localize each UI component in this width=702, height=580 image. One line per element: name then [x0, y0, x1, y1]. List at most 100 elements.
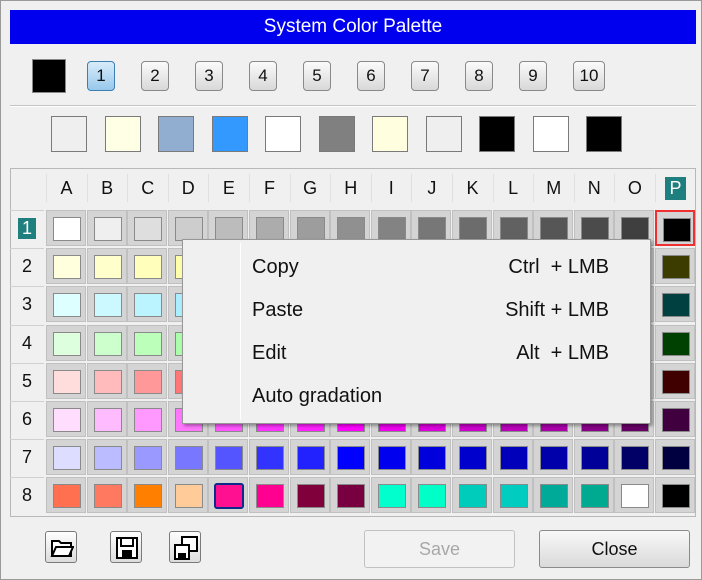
palette-cell-l7[interactable] — [492, 439, 533, 476]
page-6-button[interactable]: 6 — [357, 61, 385, 91]
palette-cell-a5[interactable] — [46, 362, 86, 399]
palette-cell-n7[interactable] — [573, 439, 614, 476]
palette-cell-h8[interactable] — [330, 477, 371, 514]
page-2-button[interactable]: 2 — [141, 61, 169, 91]
page-1-button[interactable]: 1 — [87, 61, 115, 91]
column-header-a[interactable]: A — [46, 174, 86, 202]
palette-cell-i7[interactable] — [370, 439, 411, 476]
page-8-button[interactable]: 8 — [465, 61, 493, 91]
palette-cell-j7[interactable] — [411, 439, 452, 476]
page-7-button[interactable]: 7 — [411, 61, 439, 91]
palette-cell-o8[interactable] — [614, 477, 655, 514]
palette-cell-g8[interactable] — [289, 477, 330, 514]
palette-cell-c6[interactable] — [127, 401, 168, 437]
palette-cell-n8[interactable] — [573, 477, 614, 514]
row-header-6[interactable]: 6 — [10, 401, 44, 437]
palette-cell-g7[interactable] — [289, 439, 330, 476]
palette-cell-a4[interactable] — [46, 324, 86, 361]
palette-cell-p2[interactable] — [655, 248, 695, 285]
palette-cell-b5[interactable] — [86, 362, 127, 399]
row-header-2[interactable]: 2 — [10, 248, 44, 284]
recent-color-swatch[interactable] — [158, 116, 194, 152]
palette-cell-c2[interactable] — [127, 248, 168, 285]
recent-color-swatch[interactable] — [265, 116, 301, 152]
palette-cell-l8[interactable] — [492, 477, 533, 514]
palette-cell-c3[interactable] — [127, 286, 168, 323]
column-header-i[interactable]: I — [370, 174, 411, 202]
palette-cell-p1[interactable] — [655, 210, 695, 246]
palette-cell-c5[interactable] — [127, 362, 168, 399]
palette-cell-a2[interactable] — [46, 248, 86, 285]
palette-cell-a3[interactable] — [46, 286, 86, 323]
palette-cell-h7[interactable] — [330, 439, 371, 476]
palette-cell-d7[interactable] — [167, 439, 208, 476]
palette-cell-p8[interactable] — [655, 477, 695, 514]
recent-color-swatch[interactable] — [532, 116, 569, 152]
column-header-o[interactable]: O — [614, 174, 654, 202]
menu-item-auto-gradation[interactable]: Auto gradation — [186, 377, 647, 417]
recent-color-swatch[interactable] — [425, 116, 462, 152]
column-header-e[interactable]: E — [208, 174, 248, 202]
palette-cell-m8[interactable] — [533, 477, 574, 514]
palette-cell-a7[interactable] — [46, 439, 86, 476]
palette-cell-p6[interactable] — [655, 401, 695, 437]
palette-cell-b7[interactable] — [86, 439, 127, 476]
row-header-1[interactable]: 1 — [10, 210, 44, 246]
row-header-7[interactable]: 7 — [10, 439, 44, 475]
page-5-button[interactable]: 5 — [303, 61, 331, 91]
column-header-h[interactable]: H — [330, 174, 370, 202]
column-header-k[interactable]: K — [452, 174, 492, 202]
save-file-button[interactable] — [110, 531, 142, 563]
palette-cell-k8[interactable] — [452, 477, 492, 514]
recent-color-swatch[interactable] — [586, 116, 622, 152]
palette-cell-b4[interactable] — [86, 324, 127, 361]
column-header-n[interactable]: N — [573, 174, 614, 202]
column-header-f[interactable]: F — [249, 174, 289, 202]
column-header-c[interactable]: C — [127, 174, 167, 202]
column-header-m[interactable]: M — [533, 174, 573, 202]
page-4-button[interactable]: 4 — [249, 61, 277, 91]
palette-cell-c4[interactable] — [127, 324, 168, 361]
page-3-button[interactable]: 3 — [195, 61, 223, 91]
row-header-5[interactable]: 5 — [10, 362, 44, 399]
column-header-d[interactable]: D — [167, 174, 208, 202]
save-as-button[interactable] — [169, 531, 201, 563]
close-button[interactable]: Close — [539, 530, 690, 568]
palette-cell-e7[interactable] — [208, 439, 249, 476]
palette-cell-p4[interactable] — [655, 324, 695, 361]
palette-cell-b6[interactable] — [86, 401, 127, 437]
recent-color-swatch[interactable] — [51, 116, 87, 152]
palette-cell-c7[interactable] — [127, 439, 168, 476]
palette-cell-p7[interactable] — [655, 439, 695, 476]
palette-cell-i8[interactable] — [370, 477, 411, 514]
recent-color-swatch[interactable] — [372, 116, 408, 152]
palette-cell-c1[interactable] — [127, 210, 168, 246]
palette-cell-d8[interactable] — [167, 477, 208, 514]
menu-item-paste[interactable]: Paste Shift + LMB — [186, 291, 647, 331]
palette-cell-a1[interactable] — [46, 210, 86, 246]
palette-cell-p3[interactable] — [655, 286, 695, 323]
palette-cell-b8[interactable] — [86, 477, 127, 514]
palette-cell-a8[interactable] — [46, 477, 86, 514]
palette-cell-c8[interactable] — [127, 477, 168, 514]
palette-cell-m7[interactable] — [533, 439, 574, 476]
palette-cell-b3[interactable] — [86, 286, 127, 323]
palette-cell-b2[interactable] — [86, 248, 127, 285]
palette-cell-o7[interactable] — [614, 439, 655, 476]
menu-item-edit[interactable]: Edit Alt + LMB — [186, 334, 647, 374]
row-header-4[interactable]: 4 — [10, 324, 44, 361]
palette-cell-p5[interactable] — [655, 362, 695, 399]
recent-color-swatch[interactable] — [211, 116, 248, 152]
palette-cell-a6[interactable] — [46, 401, 86, 437]
palette-cell-b1[interactable] — [86, 210, 127, 246]
column-header-j[interactable]: J — [411, 174, 451, 202]
column-header-b[interactable]: B — [86, 174, 127, 202]
column-header-g[interactable]: G — [289, 174, 330, 202]
current-color-swatch[interactable] — [32, 59, 66, 93]
palette-cell-e8[interactable] — [208, 477, 249, 514]
row-header-8[interactable]: 8 — [10, 477, 44, 513]
palette-cell-f7[interactable] — [249, 439, 289, 476]
page-9-button[interactable]: 9 — [519, 61, 547, 91]
recent-color-swatch[interactable] — [479, 116, 515, 152]
column-header-p[interactable]: P — [655, 174, 695, 202]
